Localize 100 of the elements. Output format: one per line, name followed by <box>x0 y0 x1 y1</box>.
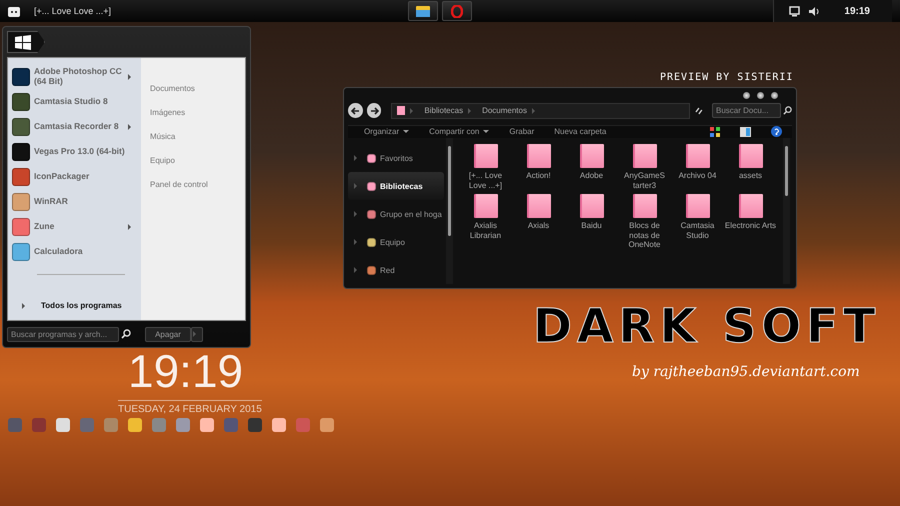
desktop-clock: 19:19 <box>128 348 244 394</box>
folder-icon[interactable] <box>686 144 710 168</box>
place-link[interactable]: Panel de control <box>150 172 245 196</box>
folder-icon[interactable] <box>738 194 762 218</box>
theme-title: DARK SOFT <box>533 303 880 350</box>
nav-item[interactable]: Grupo en el hoga <box>348 200 444 228</box>
back-arrow-icon <box>350 106 360 115</box>
toolbar-button[interactable]: Compartir con <box>429 127 490 136</box>
app-icon[interactable] <box>248 418 262 432</box>
forward-arrow-icon <box>370 106 379 115</box>
folder-icon[interactable] <box>632 144 656 168</box>
place-link[interactable]: Documentos <box>150 76 245 100</box>
folder-label[interactable]: Blocs de notas de OneNote <box>618 221 670 250</box>
program-item[interactable]: Calculadora <box>12 239 137 264</box>
refresh-icon[interactable] <box>694 106 704 116</box>
program-item[interactable]: IconPackager <box>12 164 137 189</box>
back-button[interactable] <box>348 103 363 118</box>
app-icon <box>12 192 30 210</box>
program-item[interactable]: Zune <box>12 214 137 239</box>
breadcrumb-item[interactable]: Documentos <box>482 106 527 116</box>
folder-label[interactable]: Adobe <box>566 171 618 181</box>
program-item[interactable]: Vegas Pro 13.0 (64-bit) <box>12 139 137 164</box>
taskbar-clock[interactable]: 19:19 <box>844 6 870 16</box>
toolbar-button[interactable]: Grabar <box>509 127 534 136</box>
place-link[interactable]: Imágenes <box>150 100 245 124</box>
nav-icon <box>367 210 376 218</box>
folder-icon[interactable] <box>580 194 604 218</box>
app-icon <box>12 118 30 136</box>
search-field[interactable]: Buscar programas y arch... <box>7 326 119 342</box>
folder-label[interactable]: AnyGameS tarter3 <box>618 171 670 190</box>
preview-credit: PREVIEW BY SISTERII <box>660 72 794 83</box>
nav-item[interactable]: Favoritos <box>348 144 444 172</box>
place-link[interactable]: Equipo <box>150 148 245 172</box>
search-icon[interactable] <box>783 106 792 116</box>
nav-item[interactable]: Equipo <box>348 228 444 256</box>
help-icon[interactable] <box>771 126 782 138</box>
nav-item[interactable]: Red <box>348 256 444 284</box>
toolbar-button[interactable]: Organizar <box>364 127 410 136</box>
minimize-button[interactable] <box>743 92 750 99</box>
face-icon[interactable] <box>8 6 20 16</box>
nav-icon <box>367 266 376 274</box>
desktop-date: TUESDAY, 24 FEBRUARY 2015 <box>118 400 262 415</box>
search-field[interactable]: Buscar Docu... <box>712 103 782 118</box>
preview-pane-icon[interactable] <box>740 126 751 137</box>
folder-label[interactable]: Axialis Librarian <box>460 221 512 240</box>
place-link[interactable]: Música <box>150 124 245 148</box>
folder-label[interactable]: Baidu <box>566 221 618 231</box>
program-item[interactable]: Adobe Photoshop CC (64 Bit) <box>12 64 137 89</box>
maximize-button[interactable] <box>757 92 764 99</box>
app-icon[interactable] <box>272 418 286 432</box>
app-icon <box>12 68 30 86</box>
folder-icon[interactable] <box>686 194 710 218</box>
folder-icon[interactable] <box>526 144 550 168</box>
forward-button[interactable] <box>366 103 382 118</box>
folder-icon[interactable] <box>474 144 498 168</box>
program-item[interactable]: WinRAR <box>12 189 137 214</box>
nav-icon <box>367 154 376 162</box>
folder-label[interactable]: Archivo 04 <box>672 171 724 181</box>
monitor-icon[interactable] <box>788 6 800 16</box>
folder-taskbar-button[interactable] <box>408 1 438 21</box>
folder-icon[interactable] <box>526 194 550 218</box>
folder-icon <box>416 6 430 16</box>
folder-icon[interactable] <box>738 144 762 168</box>
nav-item[interactable]: Bibliotecas <box>348 172 444 200</box>
all-programs-item[interactable]: Todos los programas <box>12 301 137 310</box>
scrollbar[interactable] <box>783 138 790 284</box>
folder-label[interactable]: [+... Love Love ...+] <box>460 171 512 190</box>
folder-label[interactable]: assets <box>724 171 776 181</box>
program-item[interactable]: Camtasia Recorder 8 <box>12 114 137 139</box>
folder-icon[interactable] <box>580 144 604 168</box>
start-button[interactable] <box>7 31 45 53</box>
volume-icon[interactable] <box>808 6 820 16</box>
folder-label[interactable]: Electronic Arts <box>724 221 776 231</box>
active-window-title[interactable]: [+... Love Love ...+] <box>34 6 112 16</box>
shutdown-options-button[interactable] <box>191 326 203 342</box>
folder-label[interactable]: Action! <box>512 171 564 181</box>
app-icon <box>12 218 30 236</box>
shutdown-button[interactable]: Apagar <box>145 326 191 342</box>
view-icon[interactable] <box>710 126 720 137</box>
search-icon[interactable] <box>121 329 131 339</box>
windows-logo-icon <box>14 34 32 50</box>
browser-taskbar-button[interactable] <box>442 1 472 21</box>
app-icon[interactable] <box>128 418 142 432</box>
scrollbar[interactable] <box>446 138 453 284</box>
breadcrumb-item[interactable]: Bibliotecas <box>424 106 464 116</box>
app-icon[interactable] <box>200 418 214 432</box>
program-item[interactable]: Camtasia Studio 8 <box>12 89 137 114</box>
address-bar[interactable]: Bibliotecas Documentos <box>391 102 690 119</box>
folder-label[interactable]: Camtasia Studio <box>672 221 724 240</box>
folder-icon[interactable] <box>632 194 656 218</box>
folder-icon[interactable] <box>474 194 498 218</box>
app-icon <box>12 242 30 260</box>
toolbar-button[interactable]: Nueva carpeta <box>554 127 606 136</box>
app-icon <box>12 168 30 186</box>
folder-label[interactable]: Axials <box>512 221 564 231</box>
close-button[interactable] <box>771 92 778 99</box>
app-icon[interactable] <box>56 418 70 432</box>
ring-icon <box>451 4 463 18</box>
app-icon <box>12 92 30 110</box>
nav-icon <box>367 238 376 246</box>
